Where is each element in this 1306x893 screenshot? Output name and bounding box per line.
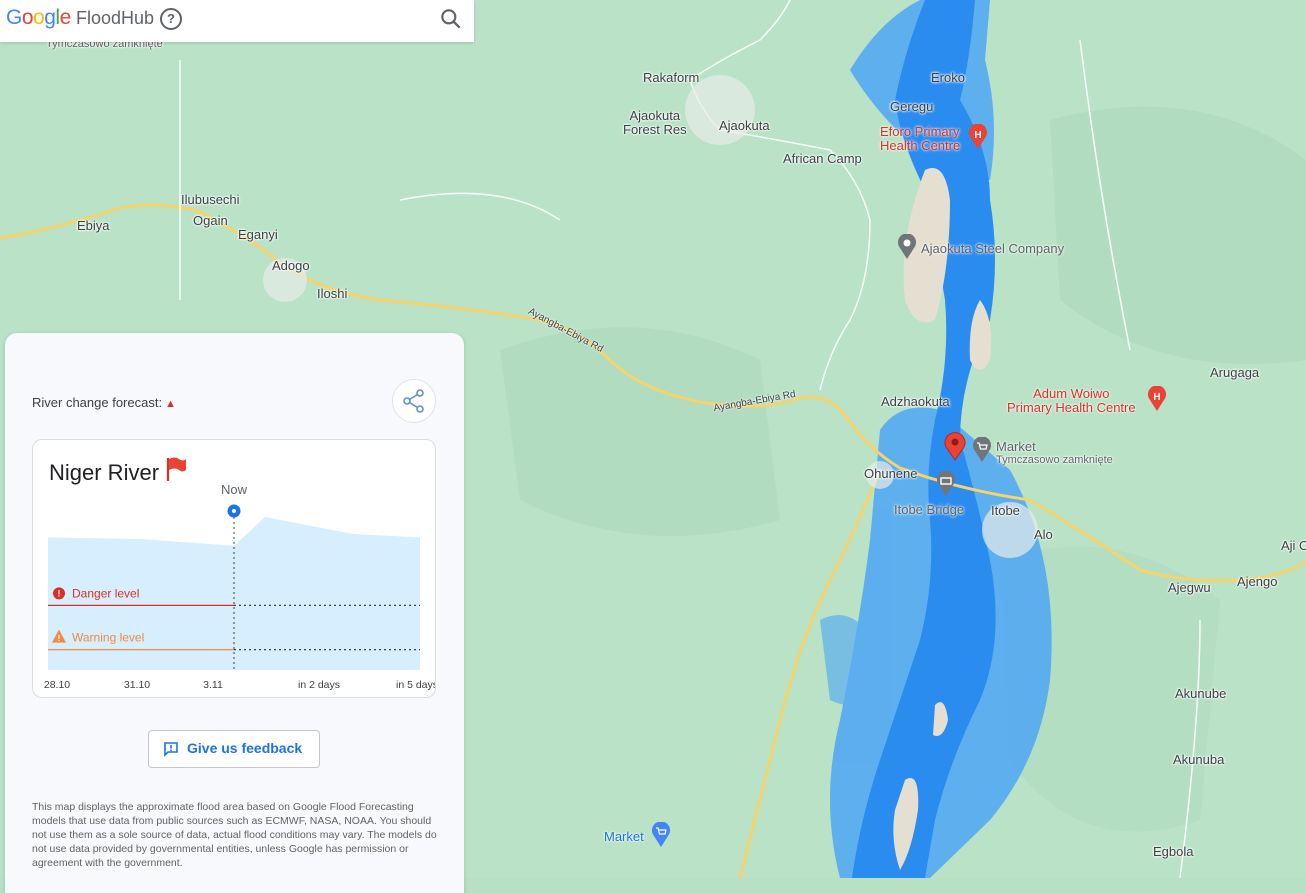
logo-letter-o2: o bbox=[33, 6, 45, 29]
svg-text:H: H bbox=[974, 130, 981, 141]
place-ajaokuta-forest-line2: Forest Res bbox=[623, 122, 687, 137]
disclaimer-text: This map displays the approximate flood … bbox=[32, 801, 437, 869]
poi-adum-line2: Primary Health Centre bbox=[1007, 400, 1136, 415]
error-icon-mark: ! bbox=[58, 588, 61, 598]
now-marker-center bbox=[232, 509, 236, 513]
place-african-camp[interactable]: African Camp bbox=[783, 152, 862, 166]
poi-market[interactable]: Market bbox=[996, 440, 1036, 454]
search-icon[interactable] bbox=[438, 6, 464, 32]
place-ajaokuta-forest-line1: Ajaokuta bbox=[629, 108, 681, 123]
give-feedback-button[interactable]: Give us feedback bbox=[148, 730, 320, 768]
forecast-label-text: River change forecast: bbox=[32, 395, 163, 410]
place-arugaga[interactable]: Arugaga bbox=[1210, 366, 1259, 380]
x-tick-label: 3.11 bbox=[203, 679, 223, 691]
place-alo[interactable]: Alo bbox=[1034, 528, 1053, 542]
place-geregu[interactable]: Geregu bbox=[890, 100, 933, 114]
arrow-up-icon: ▲ bbox=[165, 398, 176, 410]
warning-icon-mark: ! bbox=[58, 634, 61, 643]
place-ilubusechi[interactable]: Ilubusechi bbox=[181, 193, 240, 207]
place-eroko[interactable]: Eroko bbox=[931, 71, 965, 85]
now-label: Now bbox=[221, 482, 248, 497]
steel-company-pin-icon[interactable] bbox=[897, 234, 917, 260]
google-logo[interactable]: Google bbox=[6, 6, 71, 30]
poi-market-status: Tymczasowo zamknięte bbox=[996, 454, 1113, 466]
logo-letter-o1: o bbox=[21, 6, 34, 29]
river-level-chart[interactable]: ! Danger level! Warning level Now 28.10 31.10… bbox=[33, 480, 435, 697]
place-akunuba[interactable]: Akunuba bbox=[1173, 753, 1224, 767]
place-ogain[interactable]: Ogain bbox=[193, 214, 228, 228]
hospital-icon[interactable]: H bbox=[968, 124, 988, 150]
poi-eforo-health-centre[interactable]: Eforo Primary Health Centre bbox=[880, 125, 960, 153]
poi-market-2[interactable]: Market bbox=[604, 830, 644, 844]
bridge-pin-icon[interactable] bbox=[936, 471, 956, 497]
place-ohunene[interactable]: Ohunene bbox=[864, 467, 918, 481]
shopping-cart-icon[interactable] bbox=[972, 437, 992, 463]
place-ajegwu[interactable]: Ajegwu bbox=[1168, 581, 1211, 595]
place-iloshi[interactable]: Iloshi bbox=[317, 287, 347, 301]
place-akunube[interactable]: Akunube bbox=[1175, 687, 1226, 701]
place-adzhaokuta[interactable]: Adzhaokuta bbox=[881, 395, 950, 409]
poi-eforo-line1: Eforo Primary bbox=[880, 124, 960, 139]
place-ajengo[interactable]: Ajengo bbox=[1237, 575, 1277, 589]
help-icon[interactable]: ? bbox=[160, 8, 182, 30]
poi-adum-line1: Adum Woiwo bbox=[1033, 386, 1110, 401]
selected-location-pin-icon[interactable] bbox=[943, 431, 967, 461]
feedback-icon bbox=[164, 742, 178, 757]
share-button[interactable] bbox=[392, 379, 436, 423]
x-tick-label: 28.10 bbox=[44, 679, 70, 691]
hospital-icon-2[interactable]: H bbox=[1147, 386, 1167, 412]
river-forecast-card[interactable]: Niger River ! Danger level! Warning level N… bbox=[32, 439, 436, 698]
product-name: FloodHub bbox=[76, 8, 155, 28]
place-eganyi[interactable]: Eganyi bbox=[238, 228, 278, 242]
x-tick-label: in 2 days bbox=[298, 679, 340, 691]
poi-ajaokuta-steel[interactable]: Ajaokuta Steel Company bbox=[921, 242, 1064, 256]
logo-letter-g: G bbox=[6, 6, 22, 29]
warning-level-label: Warning level bbox=[72, 631, 144, 645]
poi-adum-woiwo[interactable]: Adum Woiwo Primary Health Centre bbox=[1007, 387, 1136, 415]
top-search-bar: Google FloodHub ? bbox=[0, 0, 474, 42]
logo-letter-g2: g bbox=[44, 6, 56, 29]
share-icon bbox=[403, 389, 424, 413]
place-ajaokuta-forest[interactable]: Ajaokuta Forest Res bbox=[623, 109, 687, 137]
place-ebiya[interactable]: Ebiya bbox=[77, 219, 110, 233]
place-egbola[interactable]: Egbola bbox=[1153, 845, 1193, 859]
shopping-cart-icon-2[interactable] bbox=[651, 822, 671, 848]
place-itobe[interactable]: Itobe bbox=[991, 504, 1020, 518]
danger-level-label: Danger level bbox=[72, 586, 139, 600]
red-flag-icon bbox=[166, 457, 187, 481]
poi-eforo-line2: Health Centre bbox=[880, 138, 961, 153]
feedback-label: Give us feedback bbox=[187, 740, 303, 756]
forecast-panel: River change forecast: ▲ Niger River ! Dan… bbox=[5, 333, 464, 893]
poi-itobe-bridge[interactable]: Itobe Bridge bbox=[894, 503, 964, 517]
x-tick-label: 31.10 bbox=[124, 679, 150, 691]
logo-letter-e: e bbox=[59, 6, 72, 29]
svg-text:H: H bbox=[1153, 392, 1160, 403]
x-tick-label: in 5 days bbox=[396, 679, 435, 691]
place-adogo[interactable]: Adogo bbox=[272, 259, 310, 273]
place-aji[interactable]: Aji O bbox=[1281, 539, 1306, 553]
place-rakaform[interactable]: Rakaform bbox=[643, 71, 699, 85]
river-change-forecast-label: River change forecast: ▲ bbox=[32, 395, 176, 410]
place-ajaokuta[interactable]: Ajaokuta bbox=[719, 119, 770, 133]
